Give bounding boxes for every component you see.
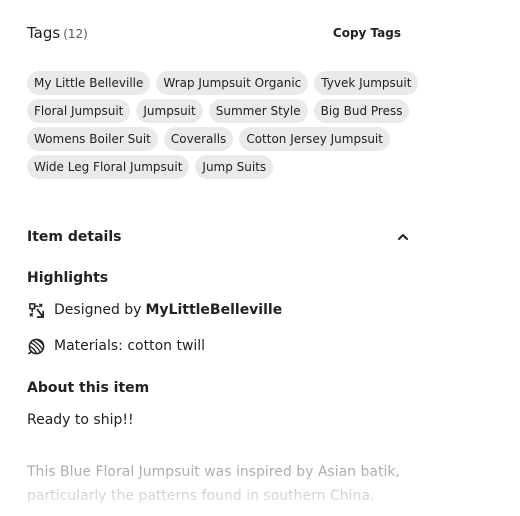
tag-list: My Little Belleville Wrap Jumpsuit Organ… bbox=[27, 71, 427, 179]
designed-by-label: Designed by bbox=[54, 302, 142, 318]
chevron-up-icon bbox=[398, 234, 408, 240]
materials-text: Materials: cotton twill bbox=[54, 338, 206, 354]
tags-title: Tags (12) bbox=[27, 24, 88, 42]
ready-text: Ready to ship!! bbox=[27, 412, 134, 428]
highlights-title: Highlights bbox=[27, 270, 109, 286]
hand-made-icon bbox=[29, 302, 45, 318]
about-title: About this item bbox=[27, 380, 150, 396]
materials-row: Materials: cotton twill bbox=[27, 335, 205, 357]
tag-item[interactable]: Cotton Jersey Jumpsuit bbox=[239, 127, 390, 151]
tags-count: (12) bbox=[63, 27, 88, 41]
tags-header: Tags (12) Copy Tags bbox=[27, 22, 403, 46]
tag-item[interactable]: Big Bud Press bbox=[313, 99, 410, 123]
designer-link[interactable]: MyLittleBelleville bbox=[145, 302, 282, 318]
tag-item[interactable]: Jump Suits bbox=[195, 155, 274, 179]
tag-item[interactable]: Floral Jumpsuit bbox=[27, 99, 131, 123]
designer-row: Designed by MyLittleBelleville bbox=[27, 299, 282, 321]
tag-item[interactable]: Womens Boiler Suit bbox=[27, 127, 158, 151]
tag-item[interactable]: Wrap Jumpsuit Organic bbox=[156, 71, 309, 95]
copy-tags-button[interactable]: Copy Tags bbox=[333, 26, 401, 40]
tag-item[interactable]: Tyvek Jumpsuit bbox=[314, 71, 419, 95]
tag-item[interactable]: My Little Belleville bbox=[27, 71, 151, 95]
tag-item[interactable]: Wide Leg Floral Jumpsuit bbox=[27, 155, 190, 179]
tag-item[interactable]: Coveralls bbox=[163, 127, 234, 151]
yarn-ball-icon bbox=[28, 338, 45, 354]
item-details-title: Item details bbox=[27, 229, 122, 245]
item-page: Tags (12) Copy Tags My Little Belleville … bbox=[0, 0, 520, 516]
tag-item[interactable]: Jumpsuit bbox=[136, 99, 203, 123]
tags-title-text: Tags bbox=[27, 24, 61, 42]
tag-item[interactable]: Summer Style bbox=[208, 99, 308, 123]
item-description: This Blue Floral Jumpsuit was inspired b… bbox=[27, 464, 400, 504]
item-details-toggle[interactable]: Item details bbox=[27, 226, 413, 250]
